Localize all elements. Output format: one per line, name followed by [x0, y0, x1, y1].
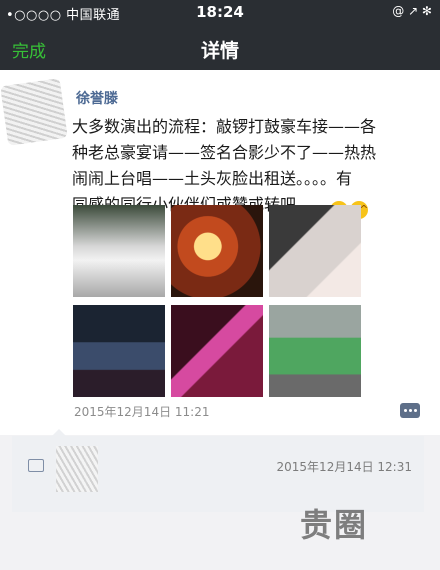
- comment-date: 2015年12月14日 12:31: [276, 460, 412, 474]
- navigation-bar: 完成 详情: [0, 26, 440, 70]
- photo-banquet[interactable]: [171, 205, 263, 297]
- username[interactable]: 徐誉滕: [76, 88, 118, 108]
- post-date: 2015年12月14日 11:21: [74, 405, 210, 419]
- comment-action-icon[interactable]: [400, 403, 420, 418]
- post-text-line: 大多数演出的流程：敲锣打鼓豪车接——各: [72, 117, 377, 136]
- status-bar: •○○○○ 中国联通 18:24 @ ↗ ✻: [0, 0, 440, 26]
- photo-van[interactable]: [73, 205, 165, 297]
- post-text-line: 种老总豪宴请——签名合影少不了——热热: [72, 143, 377, 162]
- photo-grid: [73, 205, 373, 399]
- post-text-line: 闹闹上台唱——土头灰脸出租送。。。。有: [72, 169, 353, 188]
- phone-screen: •○○○○ 中国联通 18:24 @ ↗ ✻ 完成 详情 徐誉滕 大多数演出的流…: [0, 0, 440, 570]
- page-title: 详情: [200, 40, 239, 62]
- photo-taxi[interactable]: [269, 305, 361, 397]
- commenter-avatar[interactable]: [56, 446, 98, 492]
- comment-pointer: [52, 429, 66, 436]
- user-avatar[interactable]: [0, 78, 68, 146]
- post-text: 大多数演出的流程：敲锣打鼓豪车接——各 种老总豪宴请——签名合影少不了——热热 …: [72, 114, 422, 219]
- photo-crowd[interactable]: [73, 305, 165, 397]
- photo-concert[interactable]: [171, 305, 263, 397]
- photo-signing[interactable]: [269, 205, 361, 297]
- status-icons: @ ↗ ✻: [392, 4, 432, 18]
- clock: 18:24: [196, 3, 244, 21]
- watermark-logo: 贵圈: [300, 506, 369, 544]
- comment-icon: [28, 459, 44, 472]
